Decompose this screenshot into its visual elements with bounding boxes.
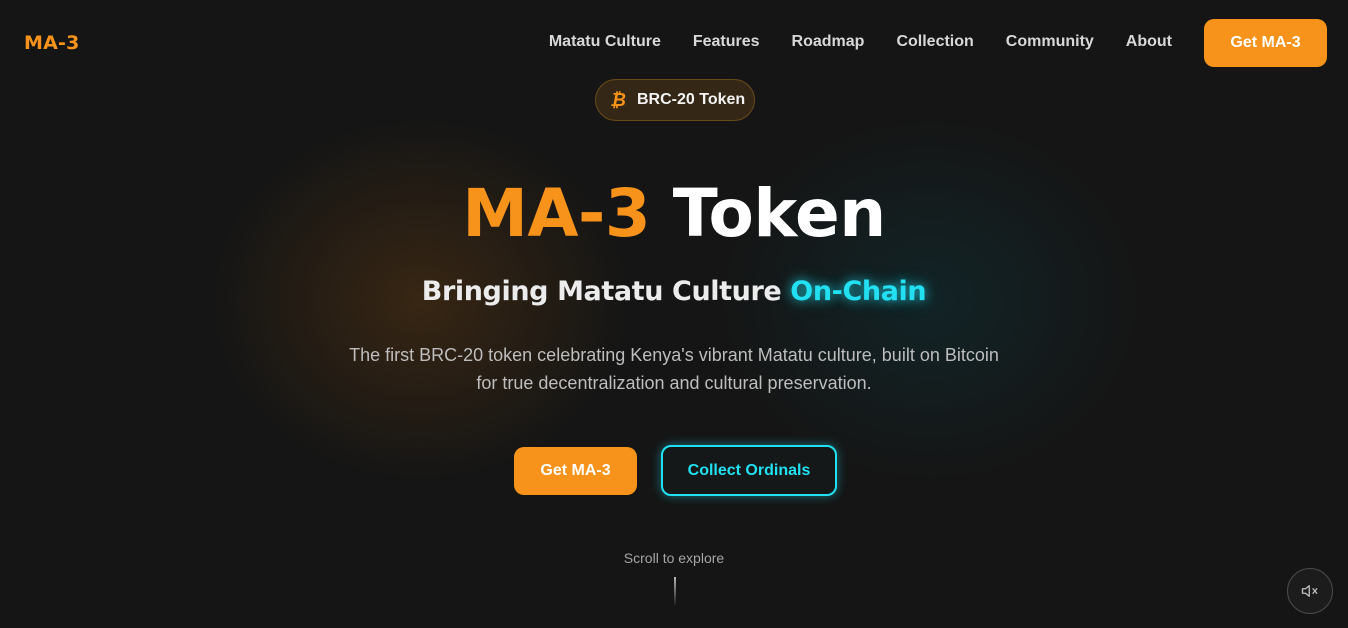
get-ma3-nav-button[interactable]: Get MA-3 [1204, 19, 1327, 67]
collect-ordinals-button[interactable]: Collect Ordinals [661, 445, 837, 496]
nav-link-features[interactable]: Features [693, 33, 760, 51]
nav-links: Matatu Culture Features Roadmap Collecti… [549, 33, 1172, 51]
page: MA-3 Matatu Culture Features Roadmap Col… [0, 0, 1348, 628]
get-ma3-button[interactable]: Get MA-3 [514, 447, 637, 495]
subtitle-plain: Bringing Matatu Culture [421, 276, 782, 307]
volume-muted-icon [1301, 585, 1318, 597]
logo[interactable]: MA-3 [24, 32, 80, 54]
bitcoin-icon: ₿ [610, 89, 626, 111]
hero-description: The first BRC-20 token celebrating Kenya… [349, 345, 999, 393]
nav-link-community[interactable]: Community [1006, 33, 1094, 51]
nav-link-matatu-culture[interactable]: Matatu Culture [549, 33, 661, 51]
nav-link-collection[interactable]: Collection [896, 33, 973, 51]
hero-title-accent: MA-3 [462, 175, 651, 252]
hero-title-rest: Token [672, 175, 886, 252]
mute-toggle-button[interactable] [1287, 568, 1333, 614]
brc20-badge: ₿ BRC-20 Token [595, 79, 755, 121]
scroll-indicator-line [674, 577, 676, 607]
nav-link-roadmap[interactable]: Roadmap [792, 33, 865, 51]
badge-label: BRC-20 Token [637, 91, 746, 108]
nav-link-about[interactable]: About [1126, 33, 1172, 51]
scroll-hint: Scroll to explore [623, 550, 725, 566]
subtitle-glow: On-Chain [790, 276, 927, 307]
hero-title: MA-3 Token [0, 172, 1348, 256]
hero-subtitle: Bringing Matatu Culture On-Chain [0, 274, 1348, 310]
top-nav: MA-3 Matatu Culture Features Roadmap Col… [0, 0, 1348, 86]
